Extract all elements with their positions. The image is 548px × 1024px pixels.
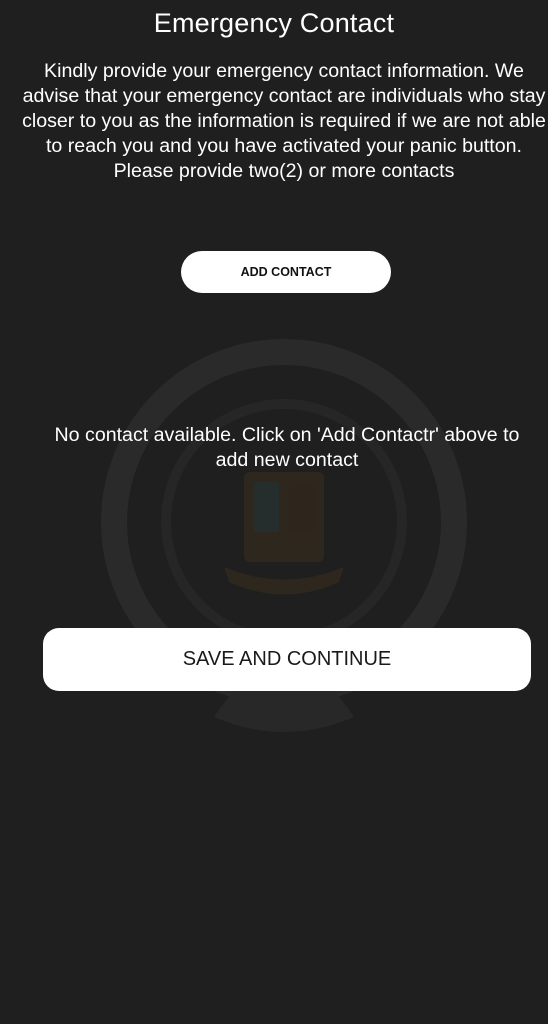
emergency-contact-screen: Emergency Contact Kindly provide your em… bbox=[0, 0, 548, 1024]
save-and-continue-button[interactable]: SAVE AND CONTINUE bbox=[43, 628, 531, 691]
empty-contacts-message: No contact available. Click on 'Add Cont… bbox=[54, 424, 520, 471]
page-title: Emergency Contact bbox=[153, 8, 395, 38]
intro-description: Kindly provide your emergency contact in… bbox=[22, 60, 546, 182]
add-contact-button[interactable]: ADD CONTACT bbox=[181, 251, 391, 293]
